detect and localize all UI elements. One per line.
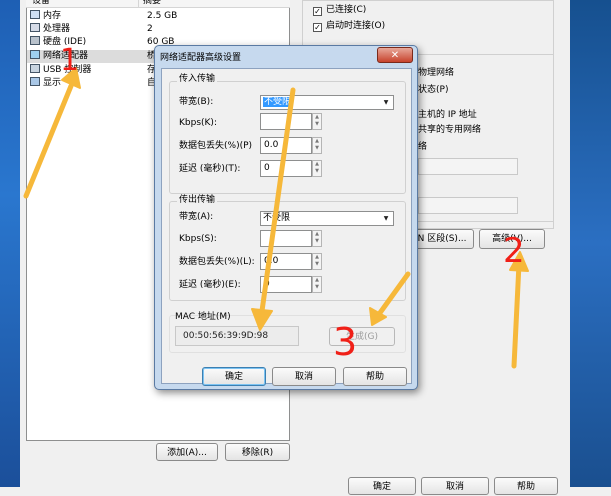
incoming-kbps-input[interactable] (260, 113, 312, 130)
add-device-button[interactable]: 添加(A)... (156, 443, 218, 461)
help-button[interactable]: 帮助 (343, 367, 407, 386)
incoming-loss-input[interactable]: 0.0 (260, 137, 312, 154)
mac-title: MAC 地址(M) (175, 312, 231, 322)
outgoing-group-title: 传出传输 (177, 195, 218, 206)
outgoing-latency-input[interactable]: 0 (260, 276, 312, 293)
device-name: 内存 (43, 11, 62, 21)
incoming-loss-label: 数据包丢失(%)(P) (179, 141, 253, 151)
custom-network-select[interactable] (418, 158, 518, 175)
incoming-kbps-spinner[interactable]: ▲ ▼ (312, 113, 322, 130)
outgoing-kbps-input[interactable] (260, 230, 312, 247)
incoming-bandwidth-select[interactable]: 不受限 ▼ (260, 95, 394, 110)
incoming-bandwidth-label: 带宽(B): (179, 97, 214, 107)
lan-segment-select[interactable] (418, 197, 518, 214)
incoming-bandwidth-value: 不受限 (263, 97, 293, 107)
incoming-kbps-label: Kbps(K): (179, 118, 217, 128)
device-name: 处理器 (43, 24, 71, 34)
incoming-group-title: 传入传输 (177, 74, 218, 85)
network-icon (30, 50, 40, 59)
option-physical-network[interactable]: 物理网络 (418, 66, 454, 81)
cpu-icon (30, 23, 40, 32)
close-icon: ✕ (390, 50, 400, 61)
mac-address-field[interactable]: 00:50:56:39:9D:98 (175, 326, 299, 346)
desktop-right-edge (570, 0, 611, 487)
outgoing-bandwidth-label: 带宽(A): (179, 212, 214, 222)
outgoing-kbps-label: Kbps(S): (179, 234, 217, 244)
connect-on-start-checkbox[interactable]: ✓ (313, 23, 322, 32)
generate-mac-button[interactable]: 生成(G) (329, 327, 395, 346)
device-name: 硬盘 (IDE) (43, 37, 87, 47)
connected-checkbox[interactable]: ✓ (313, 7, 322, 16)
parent-cancel-button[interactable]: 取消 (421, 477, 489, 495)
connect-on-start-label: 启动时连接(O) (326, 21, 386, 31)
network-adapter-advanced-dialog: 网络适配器高级设置 ✕ 传入传输 带宽(B): 不受限 ▼ Kbps(K): ▲… (154, 45, 418, 390)
remove-device-button[interactable]: 移除(R) (225, 443, 290, 461)
outgoing-bandwidth-value: 不受限 (263, 213, 291, 223)
outgoing-bandwidth-select[interactable]: 不受限 ▼ (260, 211, 394, 226)
memory-icon (30, 10, 40, 19)
chevron-down-icon: ▼ (383, 215, 389, 222)
outgoing-loss-spinner[interactable]: ▲ ▼ (312, 253, 322, 270)
parent-help-button[interactable]: 帮助 (494, 477, 558, 495)
device-name: 网络适配器 (43, 51, 89, 61)
column-device-header[interactable]: 设备 (32, 0, 50, 7)
column-summary-header[interactable]: 摘要 (143, 0, 161, 7)
device-row-memory[interactable]: 内存 2.5 GB (27, 10, 289, 23)
outgoing-latency-spinner[interactable]: ▲ ▼ (312, 276, 322, 293)
dialog-body: 传入传输 带宽(B): 不受限 ▼ Kbps(K): ▲ ▼ 数据包丢失(%)(P… (161, 68, 412, 386)
option-replicate-state[interactable]: 状态(P) (418, 83, 448, 98)
cancel-button[interactable]: 取消 (272, 367, 336, 386)
outgoing-loss-label: 数据包丢失(%)(L): (179, 257, 255, 267)
disk-icon (30, 36, 40, 45)
outgoing-latency-label: 延迟 (毫秒)(E): (179, 280, 241, 290)
close-button[interactable]: ✕ (377, 47, 413, 63)
desktop-left-edge (0, 0, 20, 487)
ok-button[interactable]: 确定 (202, 367, 266, 386)
display-icon (30, 77, 40, 86)
device-name: USB 控制器 (43, 65, 92, 75)
usb-icon (30, 64, 40, 73)
dialog-title: 网络适配器高级设置 (160, 53, 242, 63)
advanced-button[interactable]: 高级(V)... (479, 229, 545, 249)
outgoing-kbps-spinner[interactable]: ▲ ▼ (312, 230, 322, 247)
device-name: 显示 (43, 78, 62, 88)
device-summary: 2.5 GB (147, 11, 178, 21)
chevron-down-icon: ▼ (383, 99, 389, 106)
column-separator (138, 0, 139, 8)
incoming-loss-spinner[interactable]: ▲ ▼ (312, 137, 322, 154)
option-shared-private[interactable]: 共享的专用网络 (418, 123, 481, 138)
outgoing-loss-input[interactable]: 0.0 (260, 253, 312, 270)
option-host-ip[interactable]: 主机的 IP 地址 (418, 108, 477, 123)
option-custom[interactable]: 络 (418, 140, 427, 155)
incoming-latency-input[interactable]: 0 (260, 160, 312, 177)
incoming-latency-label: 延迟 (毫秒)(T): (179, 164, 241, 174)
device-summary: 2 (147, 24, 153, 34)
connected-label: 已连接(C) (326, 5, 367, 15)
parent-ok-button[interactable]: 确定 (348, 477, 416, 495)
incoming-latency-spinner[interactable]: ▲ ▼ (312, 160, 322, 177)
device-row-cpu[interactable]: 处理器 2 (27, 23, 289, 36)
